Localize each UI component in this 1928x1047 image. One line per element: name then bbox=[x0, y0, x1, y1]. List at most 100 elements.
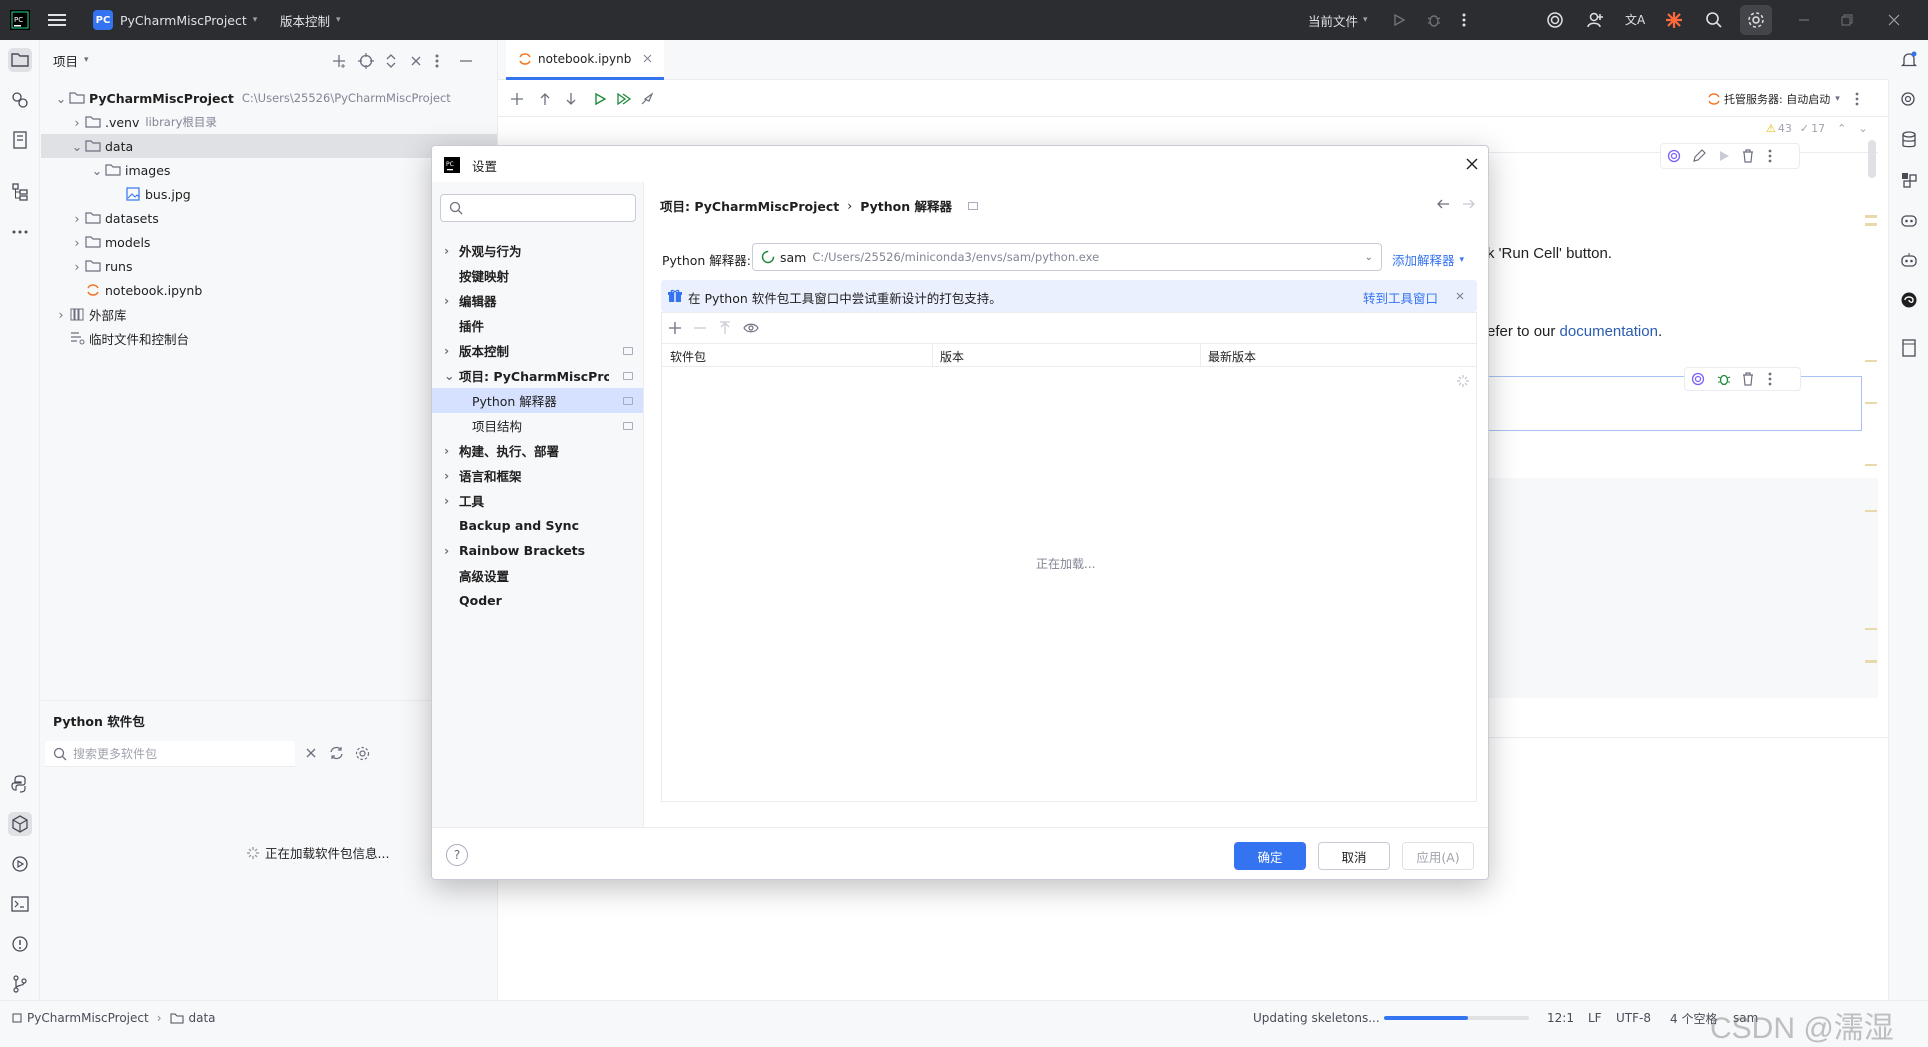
hide-panel-icon[interactable] bbox=[459, 53, 473, 69]
apply-button[interactable]: 应用(A) bbox=[1402, 842, 1474, 870]
settings-nav-item[interactable]: 插件 bbox=[432, 313, 643, 338]
vcs-menu[interactable]: 版本控制 ▾ bbox=[280, 0, 341, 40]
help-icon[interactable]: ? bbox=[446, 844, 468, 866]
column-header-version[interactable]: 版本 bbox=[940, 348, 964, 365]
copilot-icon[interactable] bbox=[1897, 208, 1921, 232]
tree-item-models[interactable]: › models bbox=[41, 230, 497, 254]
settings-nav-item[interactable]: 项目结构 bbox=[432, 413, 643, 438]
ai-model-icon[interactable] bbox=[1897, 288, 1921, 312]
tree-item-notebook[interactable]: notebook.ipynb bbox=[41, 278, 497, 302]
add-cell-icon[interactable] bbox=[510, 92, 524, 106]
column-header-package[interactable]: 软件包 bbox=[670, 348, 706, 365]
chevron-up-icon[interactable]: ⌃ bbox=[1837, 122, 1846, 135]
clear-outputs-icon[interactable] bbox=[640, 92, 654, 106]
add-interpreter-link[interactable]: 添加解释器 ▾ bbox=[1392, 250, 1464, 269]
qoder-icon[interactable] bbox=[1664, 0, 1684, 40]
settings-nav-item[interactable]: Backup and Sync bbox=[432, 513, 643, 538]
run-icon[interactable] bbox=[1392, 0, 1406, 40]
database-icon[interactable] bbox=[1897, 128, 1921, 152]
settings-nav-item[interactable]: › 构建、执行、部署 bbox=[432, 438, 643, 463]
terminal-icon[interactable] bbox=[8, 892, 32, 916]
problems-icon[interactable] bbox=[8, 932, 32, 956]
bookmarks-icon[interactable] bbox=[8, 128, 32, 152]
run-cell-icon[interactable] bbox=[1717, 149, 1731, 163]
tree-item-data[interactable]: ⌄ data bbox=[41, 134, 497, 158]
settings-nav-item[interactable]: › Rainbow Brackets bbox=[432, 538, 643, 563]
tree-item-bus-jpg[interactable]: bus.jpg bbox=[41, 182, 497, 206]
main-menu-icon[interactable] bbox=[48, 0, 66, 40]
python-console-icon[interactable] bbox=[8, 772, 32, 796]
background-task[interactable]: Updating skeletons... bbox=[1253, 1001, 1380, 1035]
delete-cell-icon[interactable] bbox=[1742, 372, 1754, 386]
settings-gear-icon[interactable] bbox=[1740, 5, 1772, 35]
notifications-bell-icon[interactable] bbox=[1897, 48, 1921, 72]
project-tool-folder-icon[interactable] bbox=[8, 48, 32, 72]
python-packages-icon[interactable] bbox=[8, 812, 32, 836]
tree-item-venv[interactable]: › .venv library根目录 bbox=[41, 110, 497, 134]
back-arrow-icon[interactable] bbox=[1436, 198, 1450, 210]
packages-search-input[interactable]: 搜索更多软件包 bbox=[45, 741, 295, 767]
ai-cell-icon[interactable] bbox=[1691, 372, 1705, 386]
go-to-tool-window-link[interactable]: 转到工具窗口 bbox=[1363, 288, 1438, 307]
tree-item-images[interactable]: ⌄ images bbox=[41, 158, 497, 182]
inspection-widget[interactable]: ⚠ 43 ✓ 17 ⌃ ⌄ bbox=[1766, 122, 1868, 135]
ai-tool-icon[interactable] bbox=[8, 88, 32, 112]
services-icon[interactable] bbox=[8, 852, 32, 876]
restore-icon[interactable] bbox=[1841, 0, 1853, 40]
move-up-icon[interactable] bbox=[539, 92, 551, 106]
tree-item-project-root[interactable]: ⌄ PyCharmMiscProject C:\Users\25526\PyCh… bbox=[41, 86, 497, 110]
structure-icon[interactable] bbox=[8, 180, 32, 204]
minimize-icon[interactable] bbox=[1798, 0, 1810, 40]
close-dialog-icon[interactable] bbox=[1466, 158, 1478, 170]
cancel-button[interactable]: 取消 bbox=[1318, 842, 1390, 870]
chevron-down-icon[interactable]: ⌄ bbox=[1858, 122, 1867, 135]
run-cell-icon[interactable] bbox=[593, 92, 607, 106]
ai-assistant-icon[interactable] bbox=[1546, 0, 1564, 40]
project-panel-header[interactable]: 项目 ▾ bbox=[53, 40, 89, 80]
assistant-bot-icon[interactable] bbox=[1897, 248, 1921, 272]
translate-icon[interactable]: 文A bbox=[1625, 0, 1645, 40]
panel-options-icon[interactable] bbox=[435, 53, 439, 69]
ai-cell-icon[interactable] bbox=[1667, 149, 1681, 163]
tree-item-scratches[interactable]: 临时文件和控制台 bbox=[41, 326, 497, 350]
settings-nav-item[interactable]: › 工具 bbox=[432, 488, 643, 513]
tab-notebook[interactable]: notebook.ipynb bbox=[506, 40, 665, 80]
file-encoding[interactable]: UTF-8 bbox=[1616, 1001, 1651, 1035]
documentation-link[interactable]: documentation bbox=[1560, 323, 1658, 340]
cell-more-icon[interactable] bbox=[1768, 149, 1772, 163]
delete-cell-icon[interactable] bbox=[1742, 149, 1754, 163]
project-switcher[interactable]: PC PyCharmMiscProject ▾ bbox=[93, 0, 257, 40]
settings-nav-item[interactable]: Python 解释器 bbox=[432, 388, 643, 413]
package-settings-icon[interactable] bbox=[355, 746, 370, 761]
settings-nav-item[interactable]: › 外观与行为 bbox=[432, 238, 643, 263]
more-actions-icon[interactable] bbox=[1462, 0, 1466, 40]
close-banner-icon[interactable] bbox=[1456, 292, 1464, 300]
plugin-icon[interactable] bbox=[1897, 168, 1921, 192]
ok-button[interactable]: 确定 bbox=[1234, 842, 1306, 870]
tree-item-external-libraries[interactable]: › 外部库 bbox=[41, 302, 497, 326]
expand-all-icon[interactable] bbox=[384, 53, 398, 69]
interpreter-select[interactable]: sam C:/Users/25526/miniconda3/envs/sam/p… bbox=[752, 243, 1382, 271]
jupyter-server-selector[interactable]: 托管服务器: 自动启动 ▾ bbox=[1708, 91, 1840, 107]
eye-icon[interactable] bbox=[743, 322, 759, 334]
locate-target-icon[interactable] bbox=[358, 53, 374, 69]
upgrade-package-icon[interactable] bbox=[718, 321, 732, 335]
caret-position[interactable]: 12:1 bbox=[1547, 1001, 1574, 1035]
clear-icon[interactable] bbox=[305, 747, 317, 759]
forward-arrow-icon[interactable] bbox=[1462, 198, 1476, 210]
settings-nav-item[interactable]: 按键映射 bbox=[432, 263, 643, 288]
add-package-icon[interactable] bbox=[668, 321, 682, 335]
documentation-icon[interactable] bbox=[1897, 336, 1921, 360]
editor-scrollbar[interactable] bbox=[1868, 140, 1876, 178]
settings-nav-item[interactable]: › 版本控制 bbox=[432, 338, 643, 363]
breadcrumb-project[interactable]: 项目: PyCharmMiscProject bbox=[660, 196, 839, 215]
remove-package-icon[interactable] bbox=[693, 321, 707, 335]
run-all-icon[interactable] bbox=[616, 92, 632, 106]
settings-nav-item[interactable]: › 编辑器 bbox=[432, 288, 643, 313]
settings-search-input[interactable] bbox=[440, 194, 636, 222]
edit-pencil-icon[interactable] bbox=[1692, 149, 1706, 163]
tree-item-datasets[interactable]: › datasets bbox=[41, 206, 497, 230]
settings-nav-item[interactable]: 高级设置 bbox=[432, 563, 643, 588]
tree-item-runs[interactable]: › runs bbox=[41, 254, 497, 278]
collapse-all-icon[interactable] bbox=[409, 53, 423, 69]
